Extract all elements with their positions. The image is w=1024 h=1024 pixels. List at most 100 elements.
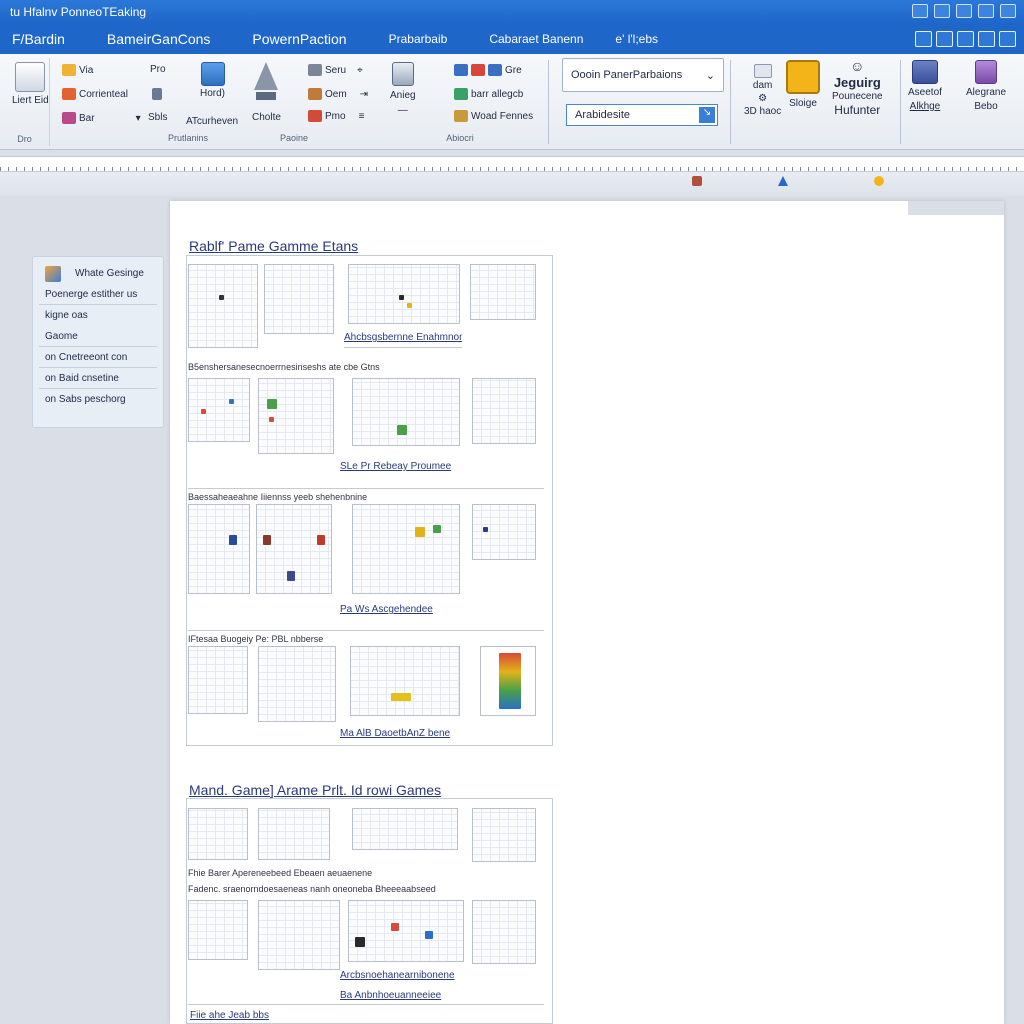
footer-caption[interactable]: Fiie ahe Jeab bbs bbox=[190, 1010, 270, 1021]
tab-game-icons[interactable]: BameirGanCons bbox=[97, 31, 221, 47]
window-icon[interactable] bbox=[999, 31, 1016, 47]
game-thumbnail[interactable] bbox=[352, 378, 460, 446]
nav-item-poenerge[interactable]: Poenerge estither us bbox=[39, 284, 157, 305]
game-thumbnail[interactable] bbox=[256, 504, 332, 594]
game-thumbnail[interactable] bbox=[472, 378, 536, 444]
game-thumbnail[interactable] bbox=[188, 900, 248, 960]
pmo-button[interactable]: Pmo ≡ bbox=[308, 110, 364, 122]
game-thumbnail[interactable] bbox=[470, 264, 536, 320]
tab-view[interactable]: e' l'l;ebs bbox=[605, 32, 668, 46]
row-caption[interactable]: Pa Ws Ascgehendee bbox=[340, 604, 462, 615]
bar-button[interactable]: Bar ▾ bbox=[62, 112, 141, 124]
allegro-button[interactable]: barr allegcb bbox=[454, 88, 523, 100]
margin-marker-icon[interactable] bbox=[874, 176, 884, 186]
piece-icon bbox=[267, 399, 277, 409]
present-icon[interactable] bbox=[978, 31, 995, 47]
tab-references[interactable]: Cabaraet Banenn bbox=[479, 32, 593, 46]
dropdown-arrow-icon[interactable]: ↘ bbox=[699, 107, 715, 123]
game-thumbnail[interactable] bbox=[348, 900, 464, 962]
game-thumbnail[interactable] bbox=[188, 264, 258, 348]
aseetof-button[interactable]: Aseetof Alkhge bbox=[908, 60, 942, 112]
word-button[interactable]: Hord) bbox=[200, 62, 225, 99]
game-thumbnail[interactable] bbox=[188, 504, 250, 594]
aseetof-label: Aseetof bbox=[908, 87, 942, 98]
group-label-paragraph: Prutlanins bbox=[167, 133, 209, 143]
piece-icon bbox=[391, 693, 411, 701]
seru-button[interactable]: Seru ⌖ bbox=[308, 64, 363, 76]
wood-frames-button[interactable]: Woad Fennes bbox=[454, 110, 533, 122]
sloige-button[interactable]: Sloige bbox=[786, 60, 820, 109]
game-thumbnail[interactable] bbox=[472, 808, 536, 862]
share-icon[interactable] bbox=[915, 31, 932, 47]
piece-icon bbox=[407, 303, 412, 308]
ribbon-tabs: F/Bardin BameirGanCons PowernPaction Pra… bbox=[0, 24, 1024, 54]
alegrane-button[interactable]: Alegrane Bebo bbox=[966, 60, 1006, 112]
bar-label: Bar bbox=[79, 112, 95, 124]
comments-icon[interactable] bbox=[936, 31, 953, 47]
horizontal-ruler[interactable] bbox=[0, 156, 1024, 172]
font-dropdown[interactable]: Arabidesite ↘ bbox=[566, 104, 718, 126]
nav-item-sabs[interactable]: on Sabs peschorg bbox=[39, 389, 157, 410]
pro-button[interactable]: Pro bbox=[150, 64, 166, 75]
dam-button[interactable]: dam ⚙ 3D haoc bbox=[744, 64, 781, 117]
grid-icon bbox=[454, 64, 468, 76]
minimize-icon[interactable] bbox=[934, 4, 950, 18]
jeguirg-button[interactable]: ☺ Jeguirg Pounecene Hufunter bbox=[832, 58, 883, 117]
row-caption[interactable]: Ba Anbnhoeuanneeiee bbox=[340, 990, 464, 1001]
game-thumbnail[interactable] bbox=[264, 264, 334, 334]
edit-label: Liert Eid bbox=[12, 95, 49, 106]
game-box-thumbnail[interactable] bbox=[480, 646, 536, 716]
oem-button[interactable]: Oem ⇥ bbox=[308, 88, 368, 100]
indent-marker-icon[interactable] bbox=[692, 176, 702, 186]
nav-marker: on bbox=[45, 394, 57, 405]
game-thumbnail[interactable] bbox=[258, 808, 330, 860]
row-caption[interactable]: Ahcbsgsbernne Enahmnonab bbox=[344, 332, 462, 343]
nav-item-baid[interactable]: on Baid cnsetine bbox=[39, 368, 157, 389]
correction-button[interactable]: Corrienteal bbox=[62, 88, 128, 100]
lightbulb-icon bbox=[786, 60, 820, 94]
correction-label: Corrienteal bbox=[79, 88, 128, 100]
game-thumbnail[interactable] bbox=[258, 378, 334, 454]
tab-stop-icon[interactable] bbox=[778, 176, 788, 186]
game-thumbnail[interactable] bbox=[352, 808, 458, 850]
game-thumbnail[interactable] bbox=[188, 378, 250, 442]
via-button[interactable]: Via bbox=[62, 64, 93, 76]
attachment-button[interactable]: ATcurheven bbox=[186, 116, 238, 127]
nav-item-kigne[interactable]: kigne oas bbox=[39, 305, 157, 326]
edit-button[interactable]: Liert Eid bbox=[12, 62, 49, 106]
layout-icon[interactable] bbox=[978, 4, 994, 18]
game-thumbnail[interactable] bbox=[188, 646, 248, 714]
nav-item-cnetreeont[interactable]: on Cnetreeont con bbox=[39, 347, 157, 368]
picture-icon bbox=[200, 62, 225, 86]
tab-power-action[interactable]: PowernPaction bbox=[242, 31, 356, 47]
ribbon-display-icon[interactable] bbox=[912, 4, 928, 18]
game-thumbnail[interactable] bbox=[352, 504, 460, 594]
nav-item-whate[interactable]: Whate Gesinge bbox=[39, 263, 157, 284]
choice-label-wrap[interactable]: Cholte bbox=[252, 112, 281, 123]
format-icon[interactable] bbox=[152, 88, 162, 100]
gre-button[interactable]: Gre bbox=[454, 64, 522, 76]
tab-file[interactable]: F/Bardin bbox=[2, 31, 75, 47]
font-dropdown-value: Arabidesite bbox=[575, 109, 631, 121]
game-thumbnail[interactable] bbox=[258, 900, 340, 970]
style-dropdown[interactable]: Oooin PanerParbaions ⌄ bbox=[562, 58, 724, 92]
row-caption[interactable]: SLe Pr Rebeay Proumee bbox=[340, 461, 460, 472]
wood-frames-label: Woad Fennes bbox=[471, 110, 534, 122]
row-caption[interactable]: Arcbsnoehanearnibonene bbox=[340, 970, 462, 981]
nav-item-gaome[interactable]: Gaome bbox=[39, 326, 157, 347]
game-thumbnail[interactable] bbox=[348, 264, 460, 324]
row-caption[interactable]: Ma AlB DaoetbAnZ bene bbox=[340, 728, 462, 739]
tab-layout[interactable]: Prabarbaib bbox=[379, 32, 458, 46]
arrange-button[interactable]: Anieg — bbox=[390, 62, 416, 116]
copy-icon[interactable] bbox=[957, 31, 974, 47]
game-thumbnail[interactable] bbox=[258, 646, 336, 722]
nav-item-label: Sabs peschorg bbox=[58, 394, 126, 405]
choice-button[interactable] bbox=[254, 62, 278, 100]
restore-icon[interactable] bbox=[956, 4, 972, 18]
sbls-button[interactable]: Sbls bbox=[148, 112, 167, 123]
close-icon[interactable] bbox=[1000, 4, 1016, 18]
game-thumbnail[interactable] bbox=[472, 504, 536, 560]
game-thumbnail[interactable] bbox=[188, 808, 248, 860]
game-thumbnail[interactable] bbox=[350, 646, 460, 716]
game-thumbnail[interactable] bbox=[472, 900, 536, 964]
